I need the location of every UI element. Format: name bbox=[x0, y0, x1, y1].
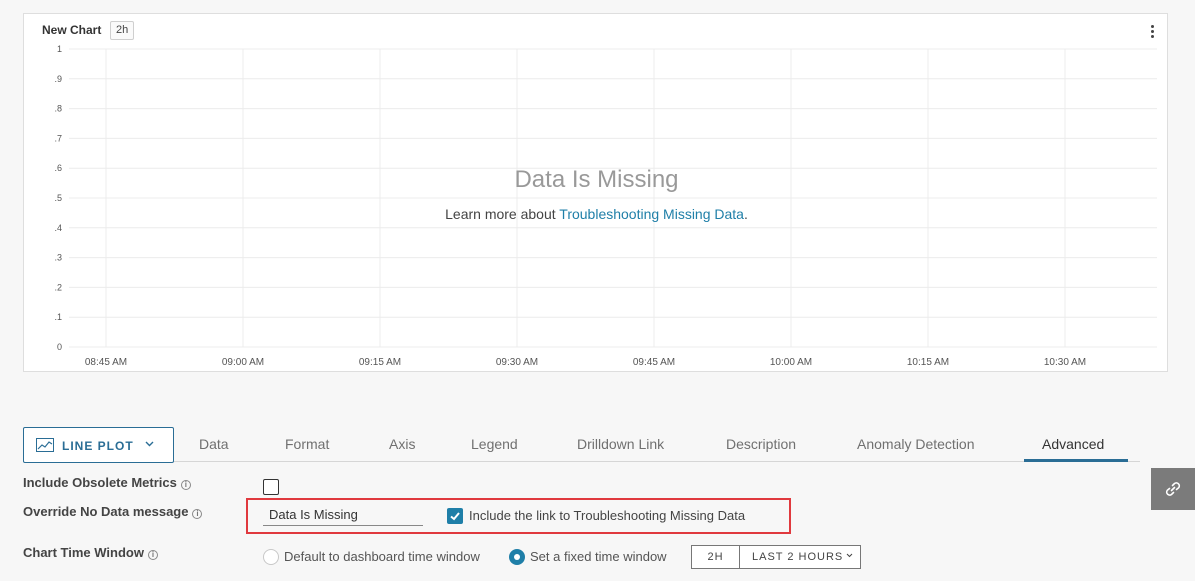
override-row-label: Override No Data message i bbox=[23, 504, 203, 519]
info-icon[interactable]: i bbox=[192, 509, 203, 519]
line-chart-icon bbox=[36, 438, 54, 452]
no-data-message-input[interactable] bbox=[263, 504, 423, 526]
x-tick-label: 09:45 AM bbox=[633, 357, 675, 368]
radio-fixed-label: Set a fixed time window bbox=[530, 549, 667, 564]
tab-axis[interactable]: Axis bbox=[389, 436, 415, 452]
tab-description[interactable]: Description bbox=[726, 436, 796, 452]
include-obsolete-checkbox[interactable] bbox=[263, 479, 279, 495]
x-tick-label: 10:00 AM bbox=[770, 357, 812, 368]
chart-type-label: LINE PLOT bbox=[62, 439, 134, 453]
tabs-divider bbox=[23, 461, 1140, 462]
share-link-button[interactable] bbox=[1151, 468, 1195, 510]
chevron-down-icon bbox=[145, 441, 154, 447]
no-data-period: . bbox=[743, 206, 748, 222]
time-range-badge[interactable]: 2h bbox=[110, 21, 135, 40]
time-range-label: LAST 2 HOURS bbox=[752, 551, 844, 563]
troubleshooting-link[interactable]: Troubleshooting Missing Data bbox=[559, 206, 744, 222]
tab-drilldown-link[interactable]: Drilldown Link bbox=[577, 436, 664, 452]
y-tick-label: 0 bbox=[57, 342, 62, 352]
y-tick-label: .4 bbox=[54, 223, 62, 233]
chevron-down-icon bbox=[846, 553, 853, 558]
no-data-message: Learn more about Troubleshooting Missing… bbox=[24, 206, 1169, 222]
x-tick-label: 10:15 AM bbox=[907, 357, 949, 368]
time-range-dropdown[interactable]: LAST 2 HOURS bbox=[739, 545, 861, 569]
obsolete-metrics-label: Include Obsolete Metrics bbox=[23, 475, 177, 490]
no-data-text: Learn more about bbox=[445, 206, 560, 222]
x-tick-label: 08:45 AM bbox=[85, 357, 127, 368]
time-window-row-label: Chart Time Window i bbox=[23, 545, 158, 560]
radio-default-label: Default to dashboard time window bbox=[284, 549, 480, 564]
x-tick-label: 10:30 AM bbox=[1044, 357, 1086, 368]
info-icon[interactable]: i bbox=[147, 550, 158, 560]
y-tick-label: .8 bbox=[54, 104, 62, 114]
y-tick-label: .9 bbox=[54, 74, 62, 84]
radio-default-time-window[interactable] bbox=[263, 549, 279, 565]
y-tick-label: .3 bbox=[54, 253, 62, 263]
y-tick-label: 1 bbox=[57, 44, 62, 54]
chart-type-dropdown[interactable]: LINE PLOT bbox=[23, 427, 174, 463]
include-link-checkbox[interactable] bbox=[447, 508, 463, 524]
chart-title: New Chart bbox=[42, 23, 102, 37]
y-tick-label: .1 bbox=[54, 312, 62, 322]
y-tick-label: .5 bbox=[54, 193, 62, 203]
tab-data[interactable]: Data bbox=[199, 436, 229, 452]
x-tick-label: 09:15 AM bbox=[359, 357, 401, 368]
active-tab-indicator bbox=[1024, 459, 1128, 462]
include-link-label: Include the link to Troubleshooting Miss… bbox=[469, 508, 746, 523]
more-options-icon[interactable] bbox=[1146, 23, 1158, 41]
x-tick-label: 09:30 AM bbox=[496, 357, 538, 368]
override-no-data-label: Override No Data message bbox=[23, 504, 189, 519]
tab-format[interactable]: Format bbox=[285, 436, 329, 452]
time-2h-button[interactable]: 2H bbox=[691, 545, 740, 569]
chart-card: 1.9.8.7.6.5.4.3.2.1 0 08:45 AM 09:00 AM 09:1… bbox=[23, 13, 1168, 372]
radio-fixed-time-window[interactable] bbox=[509, 549, 525, 565]
y-tick-label: .2 bbox=[54, 282, 62, 292]
y-tick-label: .7 bbox=[54, 133, 62, 143]
tab-anomaly-detection[interactable]: Anomaly Detection bbox=[857, 436, 975, 452]
obsolete-metrics-row-label: Include Obsolete Metrics i bbox=[23, 475, 191, 490]
no-data-title: Data Is Missing bbox=[514, 166, 679, 193]
link-icon bbox=[1165, 482, 1181, 496]
info-icon[interactable]: i bbox=[180, 480, 191, 490]
x-tick-label: 09:00 AM bbox=[222, 357, 264, 368]
checkmark-icon bbox=[450, 512, 460, 521]
tab-advanced[interactable]: Advanced bbox=[1042, 436, 1104, 452]
chart-time-window-label: Chart Time Window bbox=[23, 545, 144, 560]
tab-legend[interactable]: Legend bbox=[471, 436, 518, 452]
